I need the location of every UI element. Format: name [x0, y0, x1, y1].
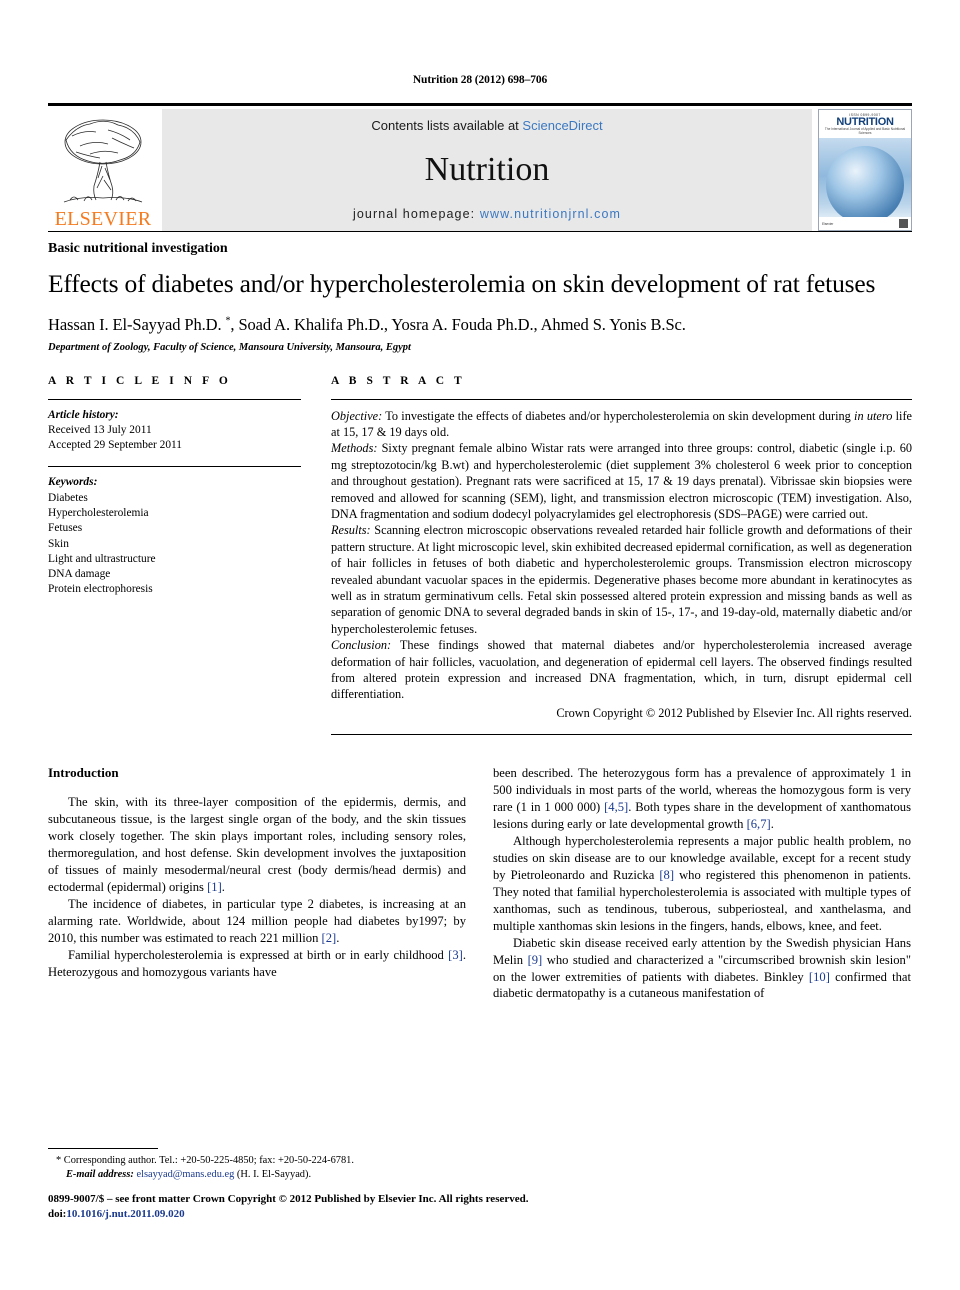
publisher-badge-icon [899, 219, 908, 228]
abstract-results: Results: Scanning electron microscopic o… [331, 522, 912, 637]
affiliation: Department of Zoology, Faculty of Scienc… [48, 341, 411, 353]
email-label: E-mail address: [66, 1168, 134, 1180]
abstract-methods: Methods: Sixty pregnant female albino Wi… [331, 440, 912, 522]
page-title: Effects of diabetes and/or hypercholeste… [48, 269, 876, 298]
citation-ref[interactable]: [3] [448, 948, 463, 962]
objective-italic: in utero [854, 408, 893, 423]
keywords-block: Keywords: Diabetes Hypercholesterolemia … [48, 475, 301, 597]
article-body: Introduction The skin, with its three-la… [48, 765, 912, 1002]
page-footer: 0899-9007/$ – see front matter Crown Cop… [48, 1192, 668, 1223]
article-info-heading: A R T I C L E I N F O [48, 374, 232, 387]
footnote-rule [48, 1148, 158, 1149]
keyword-item: DNA damage [48, 568, 111, 581]
homepage-url-link[interactable]: www.nutritionjrnl.com [480, 207, 621, 221]
conclusion-label: Conclusion: [331, 638, 392, 653]
masthead-center-panel: Contents lists available at ScienceDirec… [162, 109, 812, 231]
elsevier-logo: ELSEVIER [48, 109, 158, 231]
methods-label: Methods: [331, 441, 378, 456]
history-item: Accepted 29 September 2011 [48, 439, 183, 452]
homepage-label: journal homepage: [352, 207, 476, 221]
globe-icon [826, 146, 904, 224]
cover-subtitle: The International Journal of Applied and… [824, 127, 906, 135]
body-column-left: Introduction The skin, with its three-la… [48, 765, 466, 1002]
methods-text: Sixty pregnant female albino Wistar rats… [331, 441, 912, 522]
abstract-rule-bottom [331, 734, 912, 736]
keyword-item: Fetuses [48, 522, 83, 535]
objective-label: Objective: [331, 408, 383, 423]
article-info-rule-top [48, 398, 301, 400]
abstract-rule-top [331, 398, 912, 400]
abstract-copyright: Crown Copyright © 2012 Published by Else… [556, 705, 912, 720]
results-text: Scanning electron microscopic observatio… [331, 523, 912, 636]
intro-paragraph: been described. The heterozygous form ha… [493, 766, 911, 832]
email-owner: (H. I. El-Sayyad). [234, 1168, 312, 1180]
article-section-type: Basic nutritional investigation [48, 241, 228, 256]
issn-line: 0899-9007/$ – see front matter Crown Cop… [48, 1193, 529, 1205]
citation-ref[interactable]: [6,7] [747, 817, 771, 831]
article-head-rule [48, 231, 912, 232]
article-info-column: A R T I C L E I N F O Article history: R… [48, 375, 301, 736]
article-history-block: Article history: Received 13 July 2011 A… [48, 408, 301, 454]
corresponding-text: Corresponding author. Tel.: +20-50-225-4… [61, 1155, 354, 1166]
citation-ref[interactable]: [4,5] [604, 800, 628, 814]
keywords-rule [48, 466, 301, 468]
intro-paragraph: Familial hypercholesterolemia is express… [48, 947, 466, 979]
running-head: Nutrition 28 (2012) 698–706 [412, 74, 548, 86]
intro-paragraph: The incidence of diabetes, in particular… [48, 896, 466, 945]
history-item: Received 13 July 2011 [48, 423, 152, 436]
abstract-conclusion: Conclusion: These findings showed that m… [331, 637, 912, 703]
keyword-item: Light and ultrastructure [48, 552, 156, 565]
conclusion-text: These findings showed that maternal diab… [331, 638, 912, 702]
cover-header: ISSN 0899-9007 NUTRITION The Internation… [819, 110, 911, 138]
cover-footer: Elsevier [819, 217, 911, 230]
elsevier-tree-icon [63, 119, 143, 203]
journal-cover-thumbnail: ISSN 0899-9007 NUTRITION The Internation… [818, 109, 912, 231]
journal-title: Nutrition [424, 151, 550, 188]
introduction-heading: Introduction [48, 765, 119, 781]
corresponding-author-marker: * [225, 315, 231, 327]
citation-ref[interactable]: [9] [528, 953, 543, 967]
body-column-right: been described. The heterozygous form ha… [493, 765, 911, 1002]
abstract-body: Objective: To investigate the effects of… [331, 408, 912, 722]
author-list: Hassan I. El-Sayyad Ph.D. *, Soad A. Kha… [48, 314, 686, 334]
intro-paragraph: Diabetic skin disease received early att… [493, 935, 911, 1001]
article-page: Nutrition 28 (2012) 698–706 ELSEVIER Con… [0, 0, 960, 1290]
results-label: Results: [331, 523, 371, 538]
contents-prefix: Contents lists available at [371, 118, 519, 133]
journal-masthead: ELSEVIER Contents lists available at Sci… [48, 109, 912, 231]
info-abstract-region: A R T I C L E I N F O Article history: R… [48, 375, 912, 736]
elsevier-wordmark: ELSEVIER [54, 208, 152, 230]
citation-ref[interactable]: [2] [322, 931, 337, 945]
keyword-item: Skin [48, 537, 69, 550]
masthead-top-rule [48, 103, 912, 106]
contents-available-line: Contents lists available at ScienceDirec… [371, 118, 602, 133]
citation-ref[interactable]: [1] [207, 880, 222, 894]
sciencedirect-link[interactable]: ScienceDirect [522, 118, 602, 133]
doi-line: doi:10.1016/j.nut.2011.09.020 [48, 1207, 668, 1222]
keywords-label: Keywords: [48, 476, 98, 489]
article-history-label: Article history: [48, 408, 119, 421]
footnote-region: * Corresponding author. Tel.: +20-50-225… [48, 1148, 466, 1181]
doi-label: doi: [48, 1208, 67, 1221]
journal-homepage-line: journal homepage: www.nutritionjrnl.com [353, 207, 621, 221]
keyword-item: Hypercholesterolemia [48, 506, 149, 519]
corresponding-author-note: * Corresponding author. Tel.: +20-50-225… [48, 1154, 466, 1181]
doi-link[interactable]: 10.1016/j.nut.2011.09.020 [66, 1208, 184, 1220]
objective-text-1: To investigate the effects of diabetes a… [382, 408, 855, 423]
citation-ref[interactable]: [8] [659, 868, 674, 882]
abstract-objective: Objective: To investigate the effects of… [331, 408, 912, 441]
intro-paragraph: The skin, with its three-layer compositi… [48, 795, 466, 894]
citation-ref[interactable]: [10] [809, 970, 830, 984]
keyword-item: Protein electrophoresis [48, 583, 153, 596]
email-link[interactable]: elsayyad@mans.edu.eg [136, 1169, 234, 1180]
intro-paragraph: Although hypercholesterolemia represents… [493, 834, 912, 933]
cover-footer-text: Elsevier [822, 221, 834, 226]
keyword-item: Diabetes [48, 491, 88, 504]
abstract-heading: A B S T R A C T [331, 374, 466, 387]
abstract-column: A B S T R A C T Objective: To investigat… [331, 375, 912, 736]
